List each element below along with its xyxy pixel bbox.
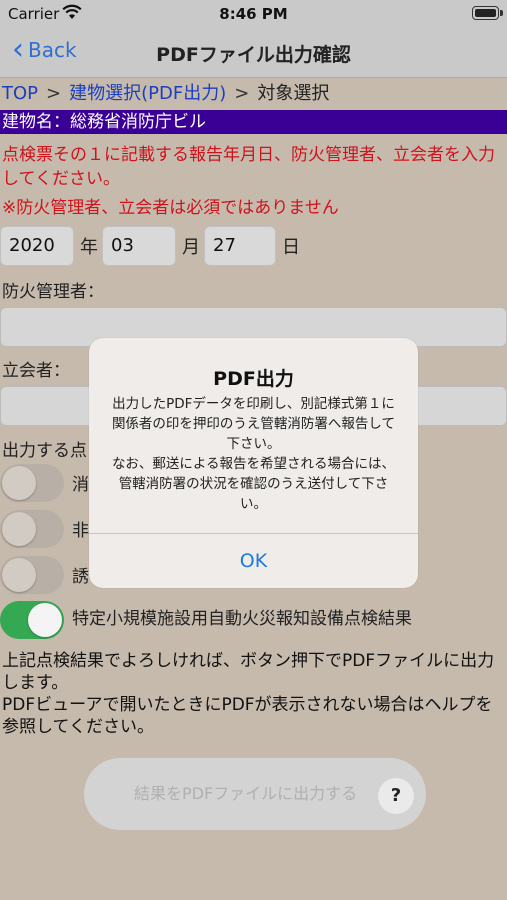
toggle-knob bbox=[2, 466, 36, 500]
pdf-output-alert: PDF出力 出力したPDFデータを印刷し、別記様式第１に関係者の印を押印のうえ管… bbox=[89, 338, 418, 588]
toggle-knob bbox=[2, 512, 36, 546]
explanation-line-1: 上記点検結果でよろしければ、ボタン押下でPDFファイルに出力します。 bbox=[2, 651, 495, 693]
toggle-item-2[interactable] bbox=[0, 510, 64, 548]
alert-ok-button[interactable]: OK bbox=[89, 534, 418, 588]
breadcrumb-current: 対象選択 bbox=[257, 83, 330, 104]
output-items-label: 出力する点 bbox=[2, 441, 87, 461]
instruction-text: 点検票その１に記載する報告年月日、防火管理者、立会者を入力してください。 bbox=[2, 145, 495, 189]
toggle-knob bbox=[2, 558, 36, 592]
alert-message-paragraph-1: 出力したPDFデータを印刷し、別記様式第１に関係者の印を押印のうえ管轄消防署へ報… bbox=[111, 396, 396, 452]
status-bar: Carrier 8:46 PM bbox=[0, 0, 507, 28]
help-button[interactable]: ? bbox=[378, 778, 414, 814]
navigation-bar: ‹ Back PDFファイル出力確認 bbox=[0, 28, 507, 78]
toggle-item-2-label: 非 bbox=[72, 521, 89, 541]
witness-label: 立会者： bbox=[2, 361, 70, 381]
page-title: PDFファイル出力確認 bbox=[156, 44, 351, 66]
explanation-line-2: PDFビューアで開いたときにPDFが表示されない場合はヘルプを参照してください。 bbox=[2, 695, 493, 737]
toggle-item-3[interactable] bbox=[0, 556, 64, 594]
building-name-bar: 建物名：総務省消防庁ビル bbox=[0, 110, 507, 134]
toggle-item-1[interactable] bbox=[0, 464, 64, 502]
fire-manager-label: 防火管理者： bbox=[2, 282, 104, 302]
toggle-item-1-label: 消 bbox=[72, 475, 89, 495]
year-unit: 年 bbox=[80, 237, 98, 258]
breadcrumb-separator: > bbox=[46, 83, 62, 104]
optional-note: ※防火管理者、立会者は必須ではありません bbox=[2, 198, 339, 218]
day-input[interactable]: 27 bbox=[204, 226, 276, 266]
toggle-item-3-label: 誘 bbox=[72, 567, 89, 587]
year-input[interactable]: 2020 bbox=[0, 226, 74, 266]
month-unit: 月 bbox=[182, 237, 200, 258]
breadcrumb-building-link[interactable]: 建物選択(PDF出力) bbox=[69, 83, 226, 104]
toggle-knob bbox=[28, 603, 62, 637]
explanation-text: 上記点検結果でよろしければ、ボタン押下でPDFファイルに出力します。 PDFビュ… bbox=[2, 650, 502, 738]
breadcrumb-separator: > bbox=[234, 83, 250, 104]
alert-message-paragraph-2: なお、郵送による報告を希望される場合には、管轄消防署の状況を確認のうえ送付して下… bbox=[111, 456, 396, 512]
output-pdf-button[interactable]: 結果をPDFファイルに出力する bbox=[84, 758, 426, 830]
report-date-row: 2020 年 03 月 27 日 bbox=[0, 226, 304, 266]
alert-title: PDF出力 bbox=[213, 368, 294, 390]
alert-message: 出力したPDFデータを印刷し、別記様式第１に関係者の印を押印のうえ管轄消防署へ報… bbox=[109, 394, 398, 514]
clock: 8:46 PM bbox=[219, 5, 288, 23]
breadcrumb-top-link[interactable]: TOP bbox=[2, 83, 38, 104]
toggle-item-4-label: 特定小規模施設用自動火災報知設備点検結果 bbox=[72, 609, 412, 629]
battery-icon bbox=[472, 6, 503, 20]
breadcrumb: TOP > 建物選択(PDF出力) > 対象選択 bbox=[2, 79, 329, 105]
day-unit: 日 bbox=[282, 237, 300, 258]
month-input[interactable]: 03 bbox=[102, 226, 176, 266]
toggle-item-4[interactable] bbox=[0, 601, 64, 639]
